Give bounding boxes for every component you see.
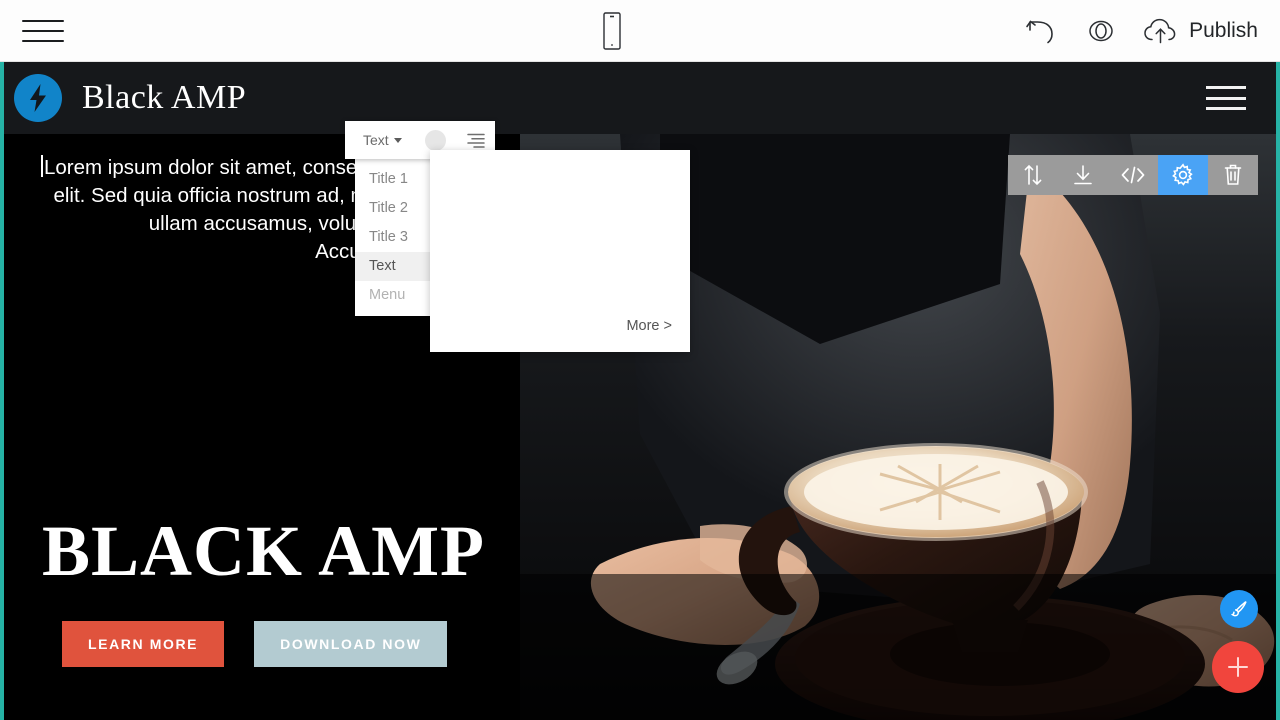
paint-brush-icon[interactable] <box>1220 590 1258 628</box>
text-cursor <box>40 155 43 177</box>
undo-icon[interactable] <box>1024 16 1060 46</box>
plus-icon[interactable] <box>1212 641 1264 693</box>
site-logo[interactable] <box>14 74 62 122</box>
editor-toolbar-right: Publish <box>1024 16 1280 46</box>
learn-more-button[interactable]: LEARN MORE <box>62 621 225 667</box>
hamburger-icon[interactable] <box>22 16 64 46</box>
mobile-device-icon[interactable] <box>600 11 624 50</box>
hero-title[interactable]: BLACK AMP <box>42 510 485 593</box>
editor-toolbar-center <box>200 11 1024 50</box>
settings-gear-icon[interactable] <box>1158 155 1208 195</box>
move-block-icon[interactable] <box>1008 155 1058 195</box>
editor-toolbar-left <box>0 16 200 46</box>
color-circle-icon[interactable] <box>425 129 446 151</box>
editor-toolbar: Publish <box>0 0 1280 62</box>
publish-label: Publish <box>1189 18 1258 42</box>
delete-trash-icon[interactable] <box>1208 155 1258 195</box>
text-style-selected-label: Text <box>363 132 389 148</box>
block-toolbar <box>1008 155 1258 195</box>
color-more-link[interactable]: More > <box>626 318 672 334</box>
site-brand-title: Black AMP <box>82 79 247 116</box>
chevron-down-icon <box>393 137 402 143</box>
download-now-button[interactable]: DOWNLOAD NOW <box>254 621 448 667</box>
text-align-right-icon[interactable] <box>466 132 486 148</box>
hero-button-group: LEARN MORE DOWNLOAD NOW <box>62 621 448 667</box>
eye-preview-icon[interactable] <box>1082 17 1120 45</box>
text-style-select[interactable]: Text <box>345 132 419 148</box>
publish-button[interactable]: Publish <box>1142 16 1258 46</box>
cloud-upload-icon <box>1142 16 1180 46</box>
lightning-bolt-icon <box>30 84 46 112</box>
code-editor-icon[interactable] <box>1108 155 1158 195</box>
download-block-icon[interactable] <box>1058 155 1108 195</box>
site-menu-hamburger-icon[interactable] <box>1206 86 1246 110</box>
builder-app: Publish Black AMP Lorem ipsum dolor sit … <box>0 0 1280 720</box>
site-navbar: Black AMP <box>0 62 1280 134</box>
color-picker-panel: More > <box>430 150 690 352</box>
